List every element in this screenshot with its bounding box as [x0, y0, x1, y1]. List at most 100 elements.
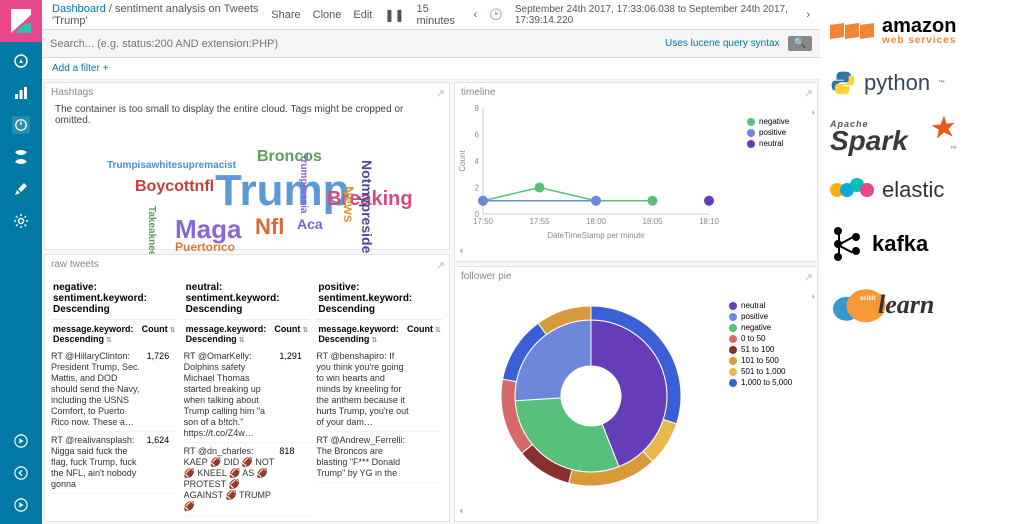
- legend-item[interactable]: positive: [729, 312, 815, 321]
- wordcloud-tag[interactable]: Boycottnfl: [135, 178, 214, 196]
- pause-icon[interactable]: ❚❚: [384, 8, 404, 22]
- legend-item[interactable]: 1,000 to 5,000: [729, 378, 815, 387]
- cell-message: RT @Andrew_Ferrelli: The Broncos are bla…: [316, 435, 409, 479]
- wordcloud-tag[interactable]: Takeaknee!: [146, 206, 157, 260]
- resize-icon[interactable]: ↗: [804, 87, 813, 100]
- share-button[interactable]: Share: [271, 9, 300, 21]
- sklearn-logo: scikit learn: [830, 285, 934, 325]
- cell-count: [409, 435, 443, 479]
- timelion-icon[interactable]: [12, 148, 30, 166]
- wordcloud-tag[interactable]: Aca: [297, 216, 323, 232]
- cell-message: RT @OmarKelly: Dolphins safety Michael T…: [184, 351, 277, 439]
- panel-hashtags: ↗ Hashtags The container is too small to…: [44, 82, 450, 250]
- time-fwd-icon[interactable]: ›: [806, 9, 810, 21]
- column-header[interactable]: negative: sentiment.keyword: Descending: [51, 278, 178, 320]
- tech-logos: amazonweb services python™ Apache Spark …: [820, 0, 1024, 524]
- visualize-icon[interactable]: [12, 84, 30, 102]
- search-syntax-hint[interactable]: Uses lucene query syntax: [665, 38, 780, 49]
- cell-message: RT @benshapiro: If you think you're goin…: [316, 351, 409, 428]
- edit-button[interactable]: Edit: [353, 9, 372, 21]
- management-icon[interactable]: [12, 212, 30, 230]
- panel-raw-tweets: ↗ raw tweets negative: sentiment.keyword…: [44, 254, 450, 522]
- wordcloud: TrumpMagaNflBreakingBroncosBoycottnflTru…: [45, 130, 449, 260]
- clone-button[interactable]: Clone: [313, 9, 342, 21]
- spark-logo: Apache Spark ™: [830, 120, 908, 153]
- column-header[interactable]: positive: sentiment.keyword: Descending: [316, 278, 443, 320]
- table-column: negative: sentiment.keyword: Descendingm…: [51, 278, 178, 516]
- table-row: RT @OmarKelly: Dolphins safety Michael T…: [184, 348, 311, 443]
- legend-item[interactable]: 501 to 1,000: [729, 367, 815, 376]
- resize-icon[interactable]: ↗: [804, 271, 813, 284]
- aws-logo: amazonweb services: [830, 16, 956, 46]
- svg-text:Count: Count: [458, 150, 467, 172]
- search-input[interactable]: [50, 38, 665, 50]
- table-row: RT @Andrew_Ferrelli: The Broncos are bla…: [316, 432, 443, 483]
- wordcloud-tag[interactable]: News: [341, 186, 357, 223]
- refresh-interval[interactable]: 15 minutes: [416, 3, 461, 27]
- resize-icon[interactable]: ↗: [436, 259, 445, 272]
- python-logo: python™: [830, 70, 945, 96]
- cell-count: 818: [276, 446, 310, 512]
- legend-toggle-icon[interactable]: ◑: [747, 108, 815, 117]
- devtools-icon[interactable]: [12, 180, 30, 198]
- kafka-logo: kafka: [830, 227, 928, 261]
- svg-text:17:55: 17:55: [529, 217, 550, 226]
- panel-timeline: ↗ ◐ timeline 0246817:5017:5518:0018:0518…: [454, 82, 818, 262]
- sub-header[interactable]: message.keyword: Descending⇅Count⇅: [51, 320, 178, 348]
- legend-item[interactable]: neutral: [729, 301, 815, 310]
- cell-message: RT @dn_charles: KAEP 🏈 DID 🏈 NOT 🏈 KNEEL…: [184, 446, 277, 512]
- collapse-icon[interactable]: [12, 464, 30, 482]
- discover-icon[interactable]: [12, 52, 30, 70]
- wordcloud-tag[interactable]: Puertorico: [175, 240, 235, 254]
- search-submit-icon[interactable]: 🔍: [788, 36, 812, 51]
- wordcloud-tag[interactable]: Notmypresident: [359, 160, 375, 267]
- breadcrumb-dashboard[interactable]: Dashboard: [52, 3, 106, 15]
- add-filter-button[interactable]: Add a filter +: [52, 63, 108, 74]
- kibana-logo[interactable]: [0, 0, 42, 42]
- wordcloud-tag[interactable]: Nfl: [255, 214, 284, 240]
- resize-icon[interactable]: ↗: [436, 87, 445, 100]
- wordcloud-tag[interactable]: Trumpisawhitesupremacist: [107, 160, 236, 171]
- svg-text:DateTimeStamp per minute: DateTimeStamp per minute: [547, 231, 645, 240]
- filterbar: Add a filter +: [42, 58, 820, 80]
- table-row: RT @dn_charles: KAEP 🏈 DID 🏈 NOT 🏈 KNEEL…: [184, 443, 311, 516]
- wordcloud-tag[interactable]: Broncos: [257, 148, 322, 166]
- legend-item[interactable]: negative: [729, 323, 815, 332]
- sub-header[interactable]: message.keyword: Descending⇅Count⇅: [184, 320, 311, 348]
- wordcloud-tag[interactable]: Trumpressia: [298, 154, 309, 213]
- legend-item[interactable]: 0 to 50: [729, 334, 815, 343]
- panel-follower-pie: ↗ ◐ follower pie ◑ neutral positive negati…: [454, 266, 818, 522]
- play2-icon[interactable]: [12, 496, 30, 514]
- panel-title: raw tweets: [45, 255, 449, 274]
- legend-item[interactable]: 101 to 500: [729, 356, 815, 365]
- legend-toggle-icon[interactable]: ◑: [729, 292, 815, 301]
- table-row: RT @realivansplash: Nigga said fuck the …: [51, 432, 178, 494]
- table-row: RT @HillaryClinton: President Trump, Sec…: [51, 348, 178, 432]
- legend-item[interactable]: positive: [747, 128, 815, 137]
- elastic-logo: elastic: [830, 177, 944, 203]
- main-area: Dashboard / sentiment analysis on Tweets…: [42, 0, 820, 524]
- panel-options-icon[interactable]: ◐: [459, 505, 466, 517]
- time-back-icon[interactable]: ‹: [473, 9, 477, 21]
- time-range[interactable]: September 24th 2017, 17:33:06.038 to Sep…: [515, 4, 794, 26]
- dashboard-icon[interactable]: [12, 116, 30, 134]
- panel-title: follower pie: [455, 267, 817, 286]
- svg-text:2: 2: [475, 184, 480, 193]
- legend-item[interactable]: neutral: [747, 139, 815, 148]
- cell-message: RT @HillaryClinton: President Trump, Sec…: [51, 351, 144, 428]
- table-column: neutral: sentiment.keyword: Descendingme…: [184, 278, 311, 516]
- breadcrumb: Dashboard / sentiment analysis on Tweets…: [52, 3, 271, 27]
- legend-item[interactable]: 51 to 100: [729, 345, 815, 354]
- svg-text:4: 4: [475, 157, 480, 166]
- legend-item[interactable]: negative: [747, 117, 815, 126]
- searchbar: Uses lucene query syntax 🔍: [42, 30, 820, 58]
- topbar: Dashboard / sentiment analysis on Tweets…: [42, 0, 820, 30]
- column-header[interactable]: neutral: sentiment.keyword: Descending: [184, 278, 311, 320]
- panel-title: Hashtags: [45, 83, 449, 102]
- panel-title: timeline: [455, 83, 817, 102]
- cell-count: 1,624: [144, 435, 178, 490]
- play1-icon[interactable]: [12, 432, 30, 450]
- cell-count: [409, 351, 443, 428]
- sub-header[interactable]: message.keyword: Descending⇅Count⇅: [316, 320, 443, 348]
- clock-icon: 🕑: [489, 8, 503, 21]
